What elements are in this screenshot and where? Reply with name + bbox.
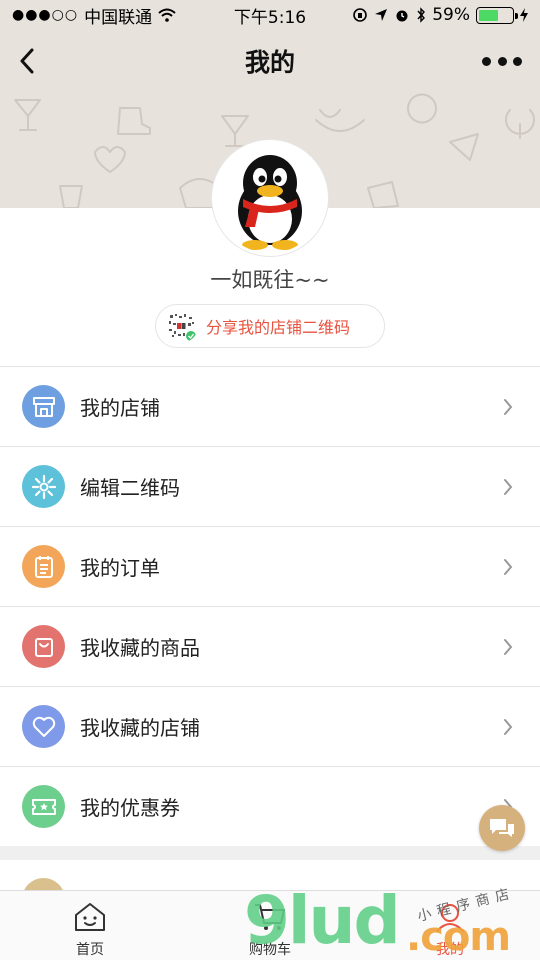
chevron-right-icon <box>498 716 518 738</box>
chat-bubble-icon <box>490 819 514 837</box>
battery-percent: 59% <box>432 5 470 25</box>
more-dot-icon <box>513 56 522 66</box>
menu-item-my-orders[interactable]: 我的订单 <box>0 527 540 607</box>
menu-item-label: 编辑二维码 <box>80 476 180 500</box>
chevron-left-icon <box>20 48 34 74</box>
menu-list: 我的店铺 编辑二维码 我的订单 我收藏的商品 我收藏的店铺 我的优惠券 <box>0 366 540 847</box>
menu-item-my-shop[interactable]: 我的店铺 <box>0 367 540 447</box>
more-dot-icon <box>497 56 507 66</box>
menu-item-favorite-goods[interactable]: 我收藏的商品 <box>0 607 540 687</box>
orientation-lock-icon <box>353 8 368 22</box>
bag-icon <box>34 637 53 657</box>
penguin-avatar-icon <box>215 143 325 253</box>
menu-item-label: 我的订单 <box>80 556 160 580</box>
more-button[interactable] <box>482 48 522 74</box>
cart-icon <box>255 904 285 930</box>
menu-item-label: 我收藏的商品 <box>80 636 200 660</box>
navigation-bar: 我的 <box>0 30 540 92</box>
section-divider <box>0 846 540 860</box>
signal-strength-icon: ●●●○○ <box>12 7 79 23</box>
page-title: 我的 <box>244 48 295 77</box>
tab-label: 首页 <box>76 942 104 958</box>
menu-item-edit-qrcode[interactable]: 编辑二维码 <box>0 447 540 527</box>
menu-item-label: 我收藏的店铺 <box>80 716 200 740</box>
menu-icon-circle <box>22 465 65 508</box>
chevron-right-icon <box>498 636 518 658</box>
menu-item-label: 我的优惠券 <box>80 796 180 820</box>
wifi-icon <box>158 8 176 22</box>
tab-label: 我的 <box>436 942 464 958</box>
home-icon <box>75 903 105 931</box>
menu-icon-circle <box>22 625 65 668</box>
menu-item-my-coupons[interactable]: 我的优惠券 <box>0 767 540 847</box>
tab-label: 购物车 <box>249 942 291 958</box>
location-icon <box>375 9 388 21</box>
customer-service-button[interactable] <box>479 805 525 851</box>
heart-icon <box>32 716 55 737</box>
back-button[interactable] <box>12 44 42 78</box>
share-qr-button[interactable]: 分享我的店铺二维码 <box>155 304 385 348</box>
coupon-icon <box>31 798 56 815</box>
tab-bar: 首页 购物车 我的 <box>0 890 540 960</box>
status-bar: ●●●○○ 中国联通 下午5:16 59% <box>0 0 540 30</box>
bluetooth-icon <box>417 7 426 23</box>
qrcode-icon <box>31 474 56 499</box>
alarm-icon <box>396 10 408 22</box>
menu-item-label: 我的店铺 <box>80 396 160 420</box>
avatar[interactable] <box>212 140 328 256</box>
menu-icon-circle <box>22 785 65 828</box>
more-dot-icon <box>482 56 491 66</box>
user-nickname: 一如既往~~ <box>210 268 330 292</box>
chevron-right-icon <box>498 396 518 418</box>
qrcode-thumbnail-icon <box>164 309 198 343</box>
battery-icon <box>476 6 518 24</box>
menu-icon-circle <box>22 705 65 748</box>
carrier-label: 中国联通 <box>84 7 153 28</box>
menu-item-favorite-shops[interactable]: 我收藏的店铺 <box>0 687 540 767</box>
user-icon <box>436 904 464 932</box>
menu-icon-circle <box>22 385 65 428</box>
tab-cart[interactable]: 购物车 <box>180 891 360 960</box>
charging-icon <box>520 8 528 22</box>
shop-icon <box>32 396 55 417</box>
tab-home[interactable]: 首页 <box>0 891 180 960</box>
menu-icon-circle <box>22 545 65 588</box>
chevron-right-icon <box>498 476 518 498</box>
tab-mine[interactable]: 我的 <box>360 891 540 960</box>
order-icon <box>34 555 53 578</box>
share-qr-label: 分享我的店铺二维码 <box>206 318 351 337</box>
chevron-right-icon <box>498 556 518 578</box>
